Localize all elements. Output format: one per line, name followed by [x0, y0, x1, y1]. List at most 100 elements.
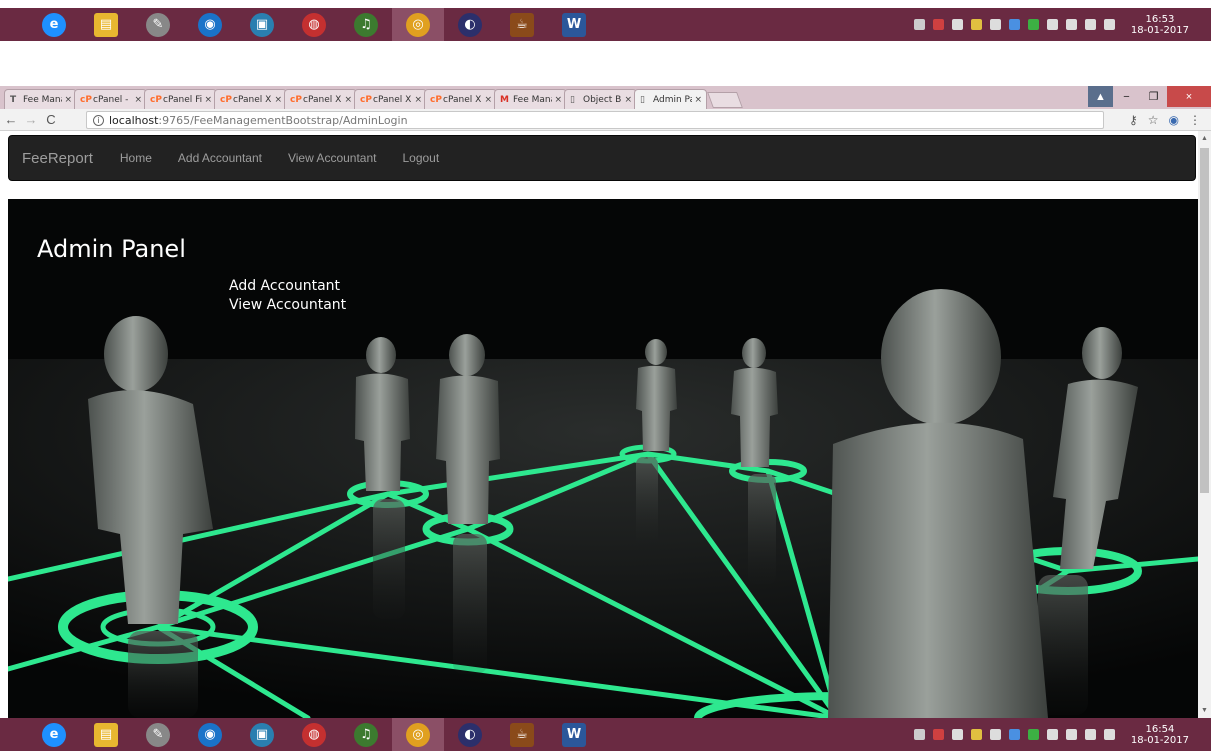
url-path: :9765/FeeManagementBootstrap/AdminLogin	[158, 113, 408, 127]
taskbar-app-button[interactable]: ☕	[496, 718, 548, 751]
tray-status-icon[interactable]	[989, 19, 1001, 30]
nav-logout[interactable]: Logout	[389, 151, 452, 165]
taskbar-app-button[interactable]: ◉	[184, 8, 236, 41]
browser-tab[interactable]: cPcPanel - N×	[74, 89, 147, 109]
taskbar-app-button[interactable]: ◎	[392, 718, 444, 751]
browser-tab[interactable]: ▯ Object Bro×	[564, 89, 637, 109]
taskbar-app-button[interactable]: ◐	[444, 718, 496, 751]
tray-status-icon[interactable]	[1046, 19, 1058, 30]
nav-home[interactable]: Home	[107, 151, 165, 165]
tray-status-icon[interactable]	[932, 729, 944, 740]
nav-add-accountant[interactable]: Add Accountant	[165, 151, 275, 165]
tab-close-icon[interactable]: ×	[134, 95, 142, 105]
taskbar-app-button[interactable]: ◐	[444, 8, 496, 41]
tab-favicon-icon: M	[500, 94, 509, 105]
film-app-icon: ▣	[250, 722, 274, 747]
browser-tab[interactable]: cPcPanel X -×	[214, 89, 287, 109]
taskbar-app-button[interactable]: e	[28, 8, 80, 41]
navbar-brand[interactable]: FeeReport	[9, 150, 107, 167]
taskbar-app-button[interactable]: ◎	[392, 8, 444, 41]
taskbar-app-button[interactable]: ◉	[184, 718, 236, 751]
tray-status-icon[interactable]	[1027, 19, 1039, 30]
scroll-down-arrow-icon[interactable]: ▼	[1198, 705, 1211, 717]
taskbar-app-button[interactable]: W	[548, 718, 600, 751]
tray-status-icon[interactable]	[970, 19, 982, 30]
taskbar-app-button[interactable]: ▤	[80, 718, 132, 751]
tray-status-icon[interactable]	[913, 19, 925, 30]
scroll-thumb[interactable]	[1200, 148, 1209, 493]
browser-tab[interactable]: M Fee Mana ×	[494, 89, 567, 109]
browser-tab[interactable]: ▯ Admin Pa ×	[634, 89, 707, 109]
tray-status-icon[interactable]	[1027, 729, 1039, 740]
taskbar-app-button[interactable]: ♫	[340, 8, 392, 41]
taskbar-clock[interactable]: 16:53 18-01-2017	[1131, 14, 1189, 36]
tray-status-icon[interactable]	[913, 729, 925, 740]
taskbar-app-button[interactable]: ▤	[80, 8, 132, 41]
tab-close-icon[interactable]: ×	[554, 95, 562, 105]
tray-status-icon[interactable]	[1103, 729, 1115, 740]
new-tab-button[interactable]	[707, 92, 743, 108]
taskbar-app-button[interactable]: ◍	[288, 718, 340, 751]
disc-app-icon: ◉	[198, 722, 222, 747]
hero-link-add-accountant[interactable]: Add Accountant	[229, 277, 346, 296]
tray-status-icon[interactable]	[1084, 19, 1096, 30]
tray-status-icon[interactable]	[951, 19, 963, 30]
nav-view-accountant[interactable]: View Accountant	[275, 151, 390, 165]
taskbar-app-button[interactable]: ✎	[132, 718, 184, 751]
back-button[interactable]: ←	[2, 112, 20, 127]
taskbar-app-button[interactable]: e	[28, 718, 80, 751]
bookmark-star-icon[interactable]: ☆	[1148, 113, 1159, 127]
java-ide-icon: ☕	[510, 722, 534, 747]
tray-status-icon[interactable]	[1065, 729, 1077, 740]
tab-title: cPanel File	[163, 94, 203, 105]
browser-tab[interactable]: cPcPanel X -×	[424, 89, 497, 109]
restore-button[interactable]: ❐	[1140, 86, 1167, 107]
scroll-up-arrow-icon[interactable]: ▲	[1198, 133, 1211, 145]
profile-icon[interactable]: ▲	[1088, 86, 1113, 107]
tab-favicon-icon: cP	[290, 94, 302, 105]
info-icon[interactable]: i	[93, 114, 104, 126]
chrome-menu-icon[interactable]: ⋮	[1189, 113, 1201, 127]
tab-close-icon[interactable]: ×	[204, 95, 212, 105]
tray-status-icon[interactable]	[970, 729, 982, 740]
tab-close-icon[interactable]: ×	[694, 95, 702, 105]
browser-tab[interactable]: cP cPanel X ×	[284, 89, 357, 109]
tray-status-icon[interactable]	[1008, 729, 1020, 740]
taskbar-app-button[interactable]: ☕	[496, 8, 548, 41]
tray-status-icon[interactable]	[989, 729, 1001, 740]
tab-close-icon[interactable]: ×	[274, 95, 282, 105]
tab-close-icon[interactable]: ×	[64, 95, 72, 105]
browser-tab[interactable]: cPcPanel X -×	[354, 89, 427, 109]
key-icon[interactable]: ⚷	[1129, 113, 1138, 127]
reload-button[interactable]: C	[42, 112, 60, 127]
taskbar-app-button[interactable]: W	[548, 8, 600, 41]
taskbar-app-button[interactable]: ♫	[340, 718, 392, 751]
address-bar[interactable]: i localhost :9765/FeeManagementBootstrap…	[86, 111, 1104, 129]
tray-status-icon[interactable]	[951, 729, 963, 740]
chrome-icon: ◎	[406, 722, 430, 747]
taskbar-app-button[interactable]: ▣	[236, 8, 288, 41]
browser-tab[interactable]: cPcPanel File×	[144, 89, 217, 109]
taskbar-clock[interactable]: 16:54 18-01-2017	[1131, 724, 1189, 746]
tray-status-icon[interactable]	[932, 19, 944, 30]
taskbar-app-button[interactable]: ✎	[132, 8, 184, 41]
tray-status-icon[interactable]	[1103, 19, 1115, 30]
forward-button[interactable]: →	[22, 112, 40, 127]
page-scrollbar[interactable]: ▲ ▼	[1198, 131, 1211, 718]
tab-close-icon[interactable]: ×	[344, 95, 352, 105]
tray-status-icon[interactable]	[1046, 729, 1058, 740]
clock-time: 16:53	[1145, 13, 1175, 25]
tab-close-icon[interactable]: ×	[624, 95, 632, 105]
taskbar-app-button[interactable]: ◍	[288, 8, 340, 41]
hero-link-view-accountant[interactable]: View Accountant	[229, 296, 346, 315]
tray-status-icon[interactable]	[1008, 19, 1020, 30]
tab-close-icon[interactable]: ×	[414, 95, 422, 105]
extension-icon[interactable]: ◉	[1169, 113, 1179, 127]
minimize-button[interactable]: −	[1113, 86, 1140, 107]
tray-status-icon[interactable]	[1065, 19, 1077, 30]
tray-status-icon[interactable]	[1084, 729, 1096, 740]
browser-tab[interactable]: T Fee Manag×	[4, 89, 77, 109]
window-close-button[interactable]: ×	[1167, 86, 1211, 107]
tab-close-icon[interactable]: ×	[484, 95, 492, 105]
taskbar-app-button[interactable]: ▣	[236, 718, 288, 751]
